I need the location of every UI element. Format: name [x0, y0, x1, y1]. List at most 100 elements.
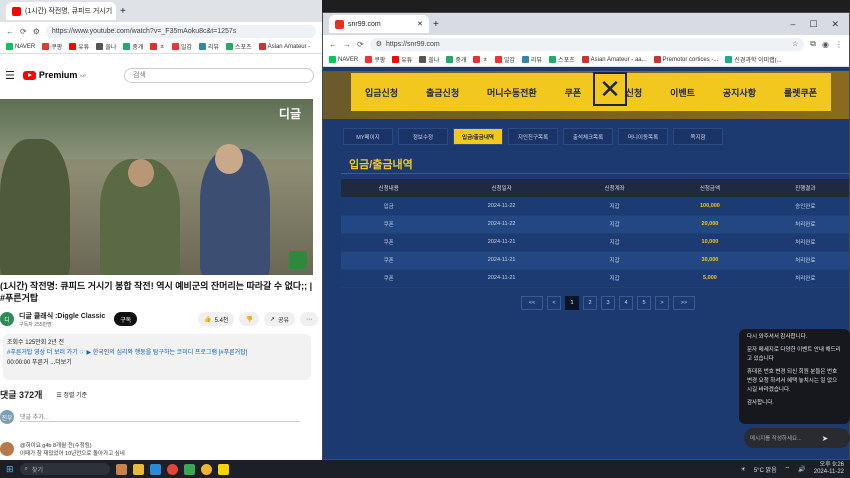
weather-text[interactable]: 5°C 맑음 [754, 465, 777, 474]
bookmark-item[interactable]: ㅊ [473, 55, 488, 64]
back-icon[interactable]: ← [329, 40, 337, 49]
bookmark-item[interactable]: 중개 [123, 42, 143, 51]
send-icon[interactable]: ➤ [822, 434, 829, 443]
bookmark-item[interactable]: 스포츠 [549, 55, 575, 64]
chrome-icon[interactable] [166, 463, 178, 475]
sort-comments-button[interactable]: ☰ 정렬 기준 [56, 390, 87, 399]
channel-avatar[interactable]: 디 [0, 312, 14, 326]
subtab-item[interactable]: 머니이동목록 [618, 128, 668, 145]
main-menu-item[interactable]: 쿠폰 [565, 86, 582, 99]
video-description[interactable]: 조회수 125만회 2년 전 #푸른거탑 영상 더 보러 가기 ☞ ▶ 한국인의… [3, 334, 311, 380]
menu-close-icon[interactable]: ✕ [593, 72, 627, 106]
page-button[interactable]: 4 [619, 296, 633, 310]
bookmark-item[interactable]: 리뷰 [522, 55, 542, 64]
bookmark-item[interactable]: 쿠팡 [365, 55, 385, 64]
new-tab-plus-icon[interactable]: + [120, 6, 126, 17]
chrome-active-icon[interactable] [200, 463, 212, 475]
site-info-icon[interactable]: ⚙ [33, 27, 40, 36]
bookmark-star-icon[interactable]: ☆ [792, 40, 798, 48]
youtube-tab[interactable]: (1시간) 작전명, 큐피드 거시기 🔇 ✕ [6, 2, 116, 20]
video-player[interactable]: 디글 [0, 99, 313, 275]
bookmark-item[interactable]: 스포츠 [226, 42, 252, 51]
description-more[interactable]: 00:00:00 푸른거 ...더보기 [7, 358, 307, 368]
commenter-avatar[interactable] [0, 442, 14, 456]
subtab-item[interactable]: MY페이지 [343, 128, 393, 145]
task-view-icon[interactable] [115, 463, 127, 475]
bookmark-item[interactable]: 쏠나 [96, 42, 116, 51]
new-tab-plus-icon[interactable]: + [433, 19, 439, 30]
main-menu-item[interactable]: 룰렛쿠폰 [784, 86, 817, 99]
more-actions-button[interactable]: ⋯ [300, 312, 318, 326]
page-button[interactable]: 1 [565, 296, 579, 310]
bookmark-item[interactable]: 일감 [171, 42, 192, 51]
profile-icon[interactable]: ◉ [822, 40, 829, 49]
bookmark-item[interactable]: NAVER [329, 56, 358, 63]
back-icon[interactable]: ← [6, 27, 14, 36]
bookmark-item[interactable]: 유튜 [392, 55, 412, 64]
minimize-icon[interactable]: – [790, 19, 795, 30]
add-comment-input[interactable]: 댓글 추가... [20, 412, 300, 422]
app-yellow-icon[interactable] [217, 463, 229, 475]
subtab-item[interactable]: 출석체크목록 [563, 128, 613, 145]
extensions-icon[interactable]: ⧉ [810, 39, 816, 49]
file-explorer-icon[interactable] [132, 463, 144, 475]
main-menu-item[interactable]: 입금신청 [365, 86, 398, 99]
like-button[interactable]: 👍 5.4천 [198, 312, 235, 326]
page-button[interactable]: << [521, 296, 543, 310]
chat-message-input[interactable]: 메시지를 작성하세요... ➤ [744, 428, 850, 448]
close-window-icon[interactable]: ✕ [831, 19, 839, 30]
hamburger-menu-icon[interactable]: ☰ [5, 69, 15, 82]
main-menu-item[interactable]: 출금신청 [426, 86, 459, 99]
right-url-bar[interactable]: ⚙ https://snr99.com ☆ [369, 37, 805, 51]
clock[interactable]: 오후 9:26 2024-11-22 [814, 462, 844, 476]
bookmark-item[interactable]: 일감 [494, 55, 515, 64]
reload-icon[interactable]: ⟳ [357, 40, 364, 49]
page-button[interactable]: > [655, 296, 669, 310]
volume-icon[interactable]: 🔊 [798, 466, 805, 473]
subtab-item[interactable]: 정보수정 [398, 128, 448, 145]
page-button[interactable]: 3 [601, 296, 615, 310]
dislike-button[interactable]: 👎 [239, 312, 259, 326]
menu-dots-icon[interactable]: ⋮ [835, 40, 843, 49]
page-button[interactable]: 5 [637, 296, 651, 310]
channel-name[interactable]: 디글 클래식 :Diggle Classic [19, 311, 105, 321]
bookmark-item[interactable]: 쿠팡 [42, 42, 62, 51]
youtube-search-input[interactable]: 검색 [123, 67, 314, 83]
page-button[interactable]: >> [673, 296, 695, 310]
subtab-item[interactable]: 지인친구목록 [508, 128, 558, 145]
subscribe-button[interactable]: 구독 [114, 312, 138, 326]
page-button[interactable]: < [547, 296, 561, 310]
maximize-icon[interactable]: ☐ [809, 19, 817, 30]
subtab-item[interactable]: 쪽지함 [673, 128, 723, 145]
snr99-tab[interactable]: snr99.com ✕ [329, 15, 429, 33]
main-menu-item[interactable]: 머니수동전환 [487, 86, 537, 99]
bookmark-item[interactable]: 중개 [446, 55, 466, 64]
page-button[interactable]: 2 [583, 296, 597, 310]
bookmark-item[interactable]: 유튜 [69, 42, 89, 51]
share-button[interactable]: ↗ 공유 [263, 312, 295, 326]
bookmark-item[interactable]: Asian Amateur - [258, 43, 310, 50]
start-windows-icon[interactable]: ⊞ [6, 464, 14, 475]
main-menu-item[interactable]: 공지사항 [723, 86, 756, 99]
reload-icon[interactable]: ⟳ [20, 27, 27, 36]
bookmark-item[interactable]: 쏠나 [419, 55, 439, 64]
bookmark-item[interactable]: NAVER [6, 43, 35, 50]
left-url-bar[interactable]: https://www.youtube.com/watch?v=_F35mAok… [45, 24, 316, 38]
bookmark-item[interactable]: 신경과학 이미랩(... [725, 55, 782, 64]
bookmark-item[interactable]: ㅊ [150, 42, 165, 51]
main-menu-item[interactable]: 이벤트 [670, 86, 695, 99]
forward-icon[interactable]: → [343, 40, 351, 49]
comment-author[interactable]: @하이요 g4b 8개월 전(수정됨) [20, 442, 125, 450]
bookmark-item[interactable]: 리뷰 [199, 42, 219, 51]
wifi-icon[interactable]: ⌔ [785, 465, 791, 473]
subtab-item[interactable]: 입금/출금내역 [453, 128, 503, 145]
table-header-cell: 신청일자 [436, 179, 567, 197]
bookmark-item[interactable]: Asian Amateur - aa... [581, 56, 647, 63]
app-green-icon[interactable] [183, 463, 195, 475]
taskbar-search[interactable]: ⌕ 찾기 [19, 463, 110, 475]
tab-close-icon[interactable]: ✕ [417, 20, 423, 28]
youtube-premium-logo[interactable]: Premium KR [22, 70, 86, 80]
edge-icon[interactable] [149, 463, 161, 475]
bookmark-item[interactable]: Premotor cortices -... [653, 56, 718, 63]
site-info-icon[interactable]: ⚙ [376, 40, 382, 48]
